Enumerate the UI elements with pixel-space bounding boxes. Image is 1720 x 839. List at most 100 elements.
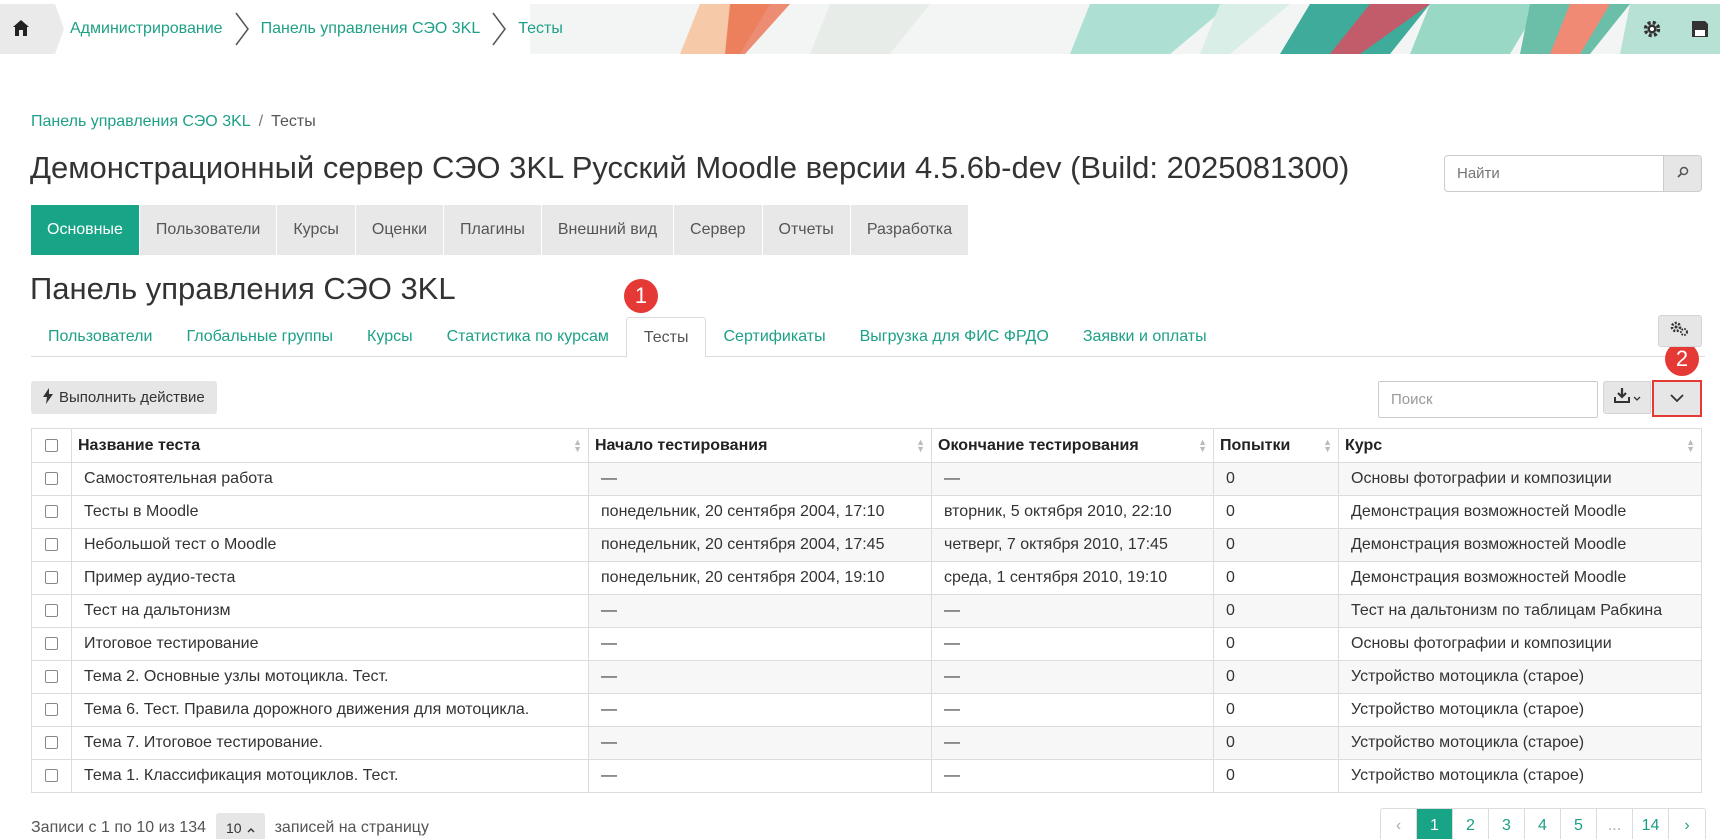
tab-plugins[interactable]: Плагины (444, 205, 542, 255)
subtab-course-stats[interactable]: Статистика по курсам (430, 317, 626, 357)
row-select-cell (31, 726, 72, 760)
crumb-panel[interactable]: Панель управления СЭО 3KL (251, 20, 491, 38)
subtab-tests[interactable]: Тесты (625, 317, 707, 358)
table-settings-button[interactable] (1658, 315, 1702, 347)
pagination: ‹ 1 2 3 4 5 ... 14 › (1380, 808, 1706, 839)
column-header-attempts[interactable]: Попытки ▲ ▼ (1213, 428, 1339, 463)
row-checkbox[interactable] (45, 538, 58, 552)
select-all-checkbox[interactable] (45, 438, 58, 452)
per-page-label: записей на страницу (274, 819, 429, 836)
page-next[interactable]: › (1669, 809, 1705, 839)
export-button[interactable] (1603, 381, 1651, 414)
page-prev[interactable]: ‹ (1381, 809, 1417, 839)
save-icon[interactable] (1688, 17, 1712, 41)
cell-start: понедельник, 20 сентября 2004, 19:10 (588, 561, 932, 595)
row-checkbox[interactable] (45, 604, 58, 618)
cell-end: — (931, 627, 1214, 661)
row-checkbox[interactable] (45, 472, 58, 486)
subtab-orders[interactable]: Заявки и оплаты (1066, 317, 1224, 357)
tab-reports[interactable]: Отчеты (762, 205, 851, 255)
cell-end: — (931, 660, 1214, 694)
tab-general[interactable]: Основные (31, 205, 140, 255)
cell-course: Демонстрация возможностей Moodle (1338, 561, 1702, 595)
row-select-cell (31, 759, 72, 793)
table-row: Самостоятельная работа — —0 Основы фотограф… (31, 462, 1702, 496)
tab-grades[interactable]: Оценки (355, 205, 445, 255)
cell-test-name: Небольшой тест о Moodle (71, 528, 589, 562)
column-header-start[interactable]: Начало тестирования ▲ ▼ (588, 428, 932, 463)
column-header-end[interactable]: Окончание тестирования ▲ ▼ (931, 428, 1214, 463)
cell-course: Демонстрация возможностей Moodle (1338, 495, 1702, 529)
row-checkbox[interactable] (45, 670, 58, 684)
cell-attempts: 0 (1213, 528, 1339, 562)
page-ellipsis: ... (1597, 809, 1633, 839)
page-4[interactable]: 4 (1525, 809, 1561, 839)
row-select-cell (31, 660, 72, 694)
page-1[interactable]: 1 (1417, 809, 1453, 839)
search-input[interactable] (1444, 155, 1664, 192)
page-5[interactable]: 5 (1561, 809, 1597, 839)
gear-icon[interactable] (1640, 17, 1664, 41)
table-row: Небольшой тест о Moodle понедельник, 20 с… (31, 528, 1702, 562)
records-info: Записи с 1 по 10 из 134 (31, 819, 206, 836)
annotation-badge-1: 1 (624, 279, 658, 313)
row-checkbox[interactable] (45, 571, 58, 585)
row-checkbox[interactable] (45, 769, 58, 783)
per-page-select[interactable]: 10 (216, 813, 265, 839)
cell-course: Устройство мотоцикла (старое) (1338, 759, 1702, 793)
row-select-cell (31, 594, 72, 628)
crumb-admin[interactable]: Администрирование (60, 20, 233, 38)
tab-appearance[interactable]: Внешний вид (541, 205, 675, 255)
column-header-label: Начало тестирования (595, 436, 768, 454)
cell-end: — (931, 759, 1214, 793)
tab-server[interactable]: Сервер (674, 205, 763, 255)
cell-test-name: Итоговое тестирование (71, 627, 589, 661)
cell-attempts: 0 (1213, 627, 1339, 661)
breadcrumb-link-panel[interactable]: Панель управления СЭО 3KL (31, 113, 251, 131)
cell-test-name: Пример аудио-теста (71, 561, 589, 595)
chevron-right-icon (490, 11, 508, 47)
breadcrumb-current: Тесты (271, 113, 316, 130)
row-select-cell (31, 627, 72, 661)
page-14[interactable]: 14 (1633, 809, 1669, 839)
table-body: Самостоятельная работа — —0 Основы фотограф… (31, 462, 1702, 793)
cell-attempts: 0 (1213, 462, 1339, 496)
row-checkbox[interactable] (45, 637, 58, 651)
subtab-fis-frdo[interactable]: Выгрузка для ФИС ФРДО (843, 317, 1066, 357)
table-search-input[interactable]: Поиск (1378, 381, 1598, 418)
row-checkbox[interactable] (45, 736, 58, 750)
crumb-tests[interactable]: Тесты (508, 20, 573, 38)
row-checkbox[interactable] (45, 703, 58, 717)
column-header-course[interactable]: Курс ▲ ▼ (1338, 428, 1702, 463)
subtab-certificates[interactable]: Сертификаты (706, 317, 842, 357)
row-select-cell (31, 561, 72, 595)
cell-test-name: Тема 1. Классификация мотоциклов. Тест. (71, 759, 589, 793)
page-2[interactable]: 2 (1453, 809, 1489, 839)
table-row: Тема 2. Основные узлы мотоцикла. Тест. — —… (31, 660, 1702, 694)
subtab-global-groups[interactable]: Глобальные группы (169, 317, 350, 357)
tab-development[interactable]: Разработка (850, 205, 970, 255)
cell-attempts: 0 (1213, 660, 1339, 694)
cell-attempts: 0 (1213, 759, 1339, 793)
page-3[interactable]: 3 (1489, 809, 1525, 839)
cell-end: — (931, 726, 1214, 760)
breadcrumb-separator: / (258, 113, 264, 130)
search-button[interactable] (1664, 155, 1702, 192)
cell-test-name: Тема 7. Итоговое тестирование. (71, 726, 589, 760)
subtab-courses[interactable]: Курсы (350, 317, 430, 357)
section-title: Панель управления СЭО 3KL (30, 271, 456, 306)
row-checkbox[interactable] (45, 505, 58, 519)
header-breadcrumb: Администрирование Панель управления СЭО … (60, 4, 573, 54)
home-button[interactable] (0, 4, 64, 54)
subtab-users[interactable]: Пользователи (31, 317, 169, 357)
tab-courses[interactable]: Курсы (277, 205, 356, 255)
tab-users[interactable]: Пользователи (139, 205, 278, 255)
expand-filters-button[interactable] (1652, 380, 1702, 417)
gears-icon (1670, 321, 1690, 342)
cell-attempts: 0 (1213, 693, 1339, 727)
table-row: Пример аудио-теста понедельник, 20 сентяб… (31, 561, 1702, 595)
column-header-name[interactable]: Название теста ▲ ▼ (71, 428, 589, 463)
bulk-action-button[interactable]: Выполнить действие (31, 381, 217, 414)
select-all-cell (31, 428, 72, 463)
cell-end: — (931, 693, 1214, 727)
